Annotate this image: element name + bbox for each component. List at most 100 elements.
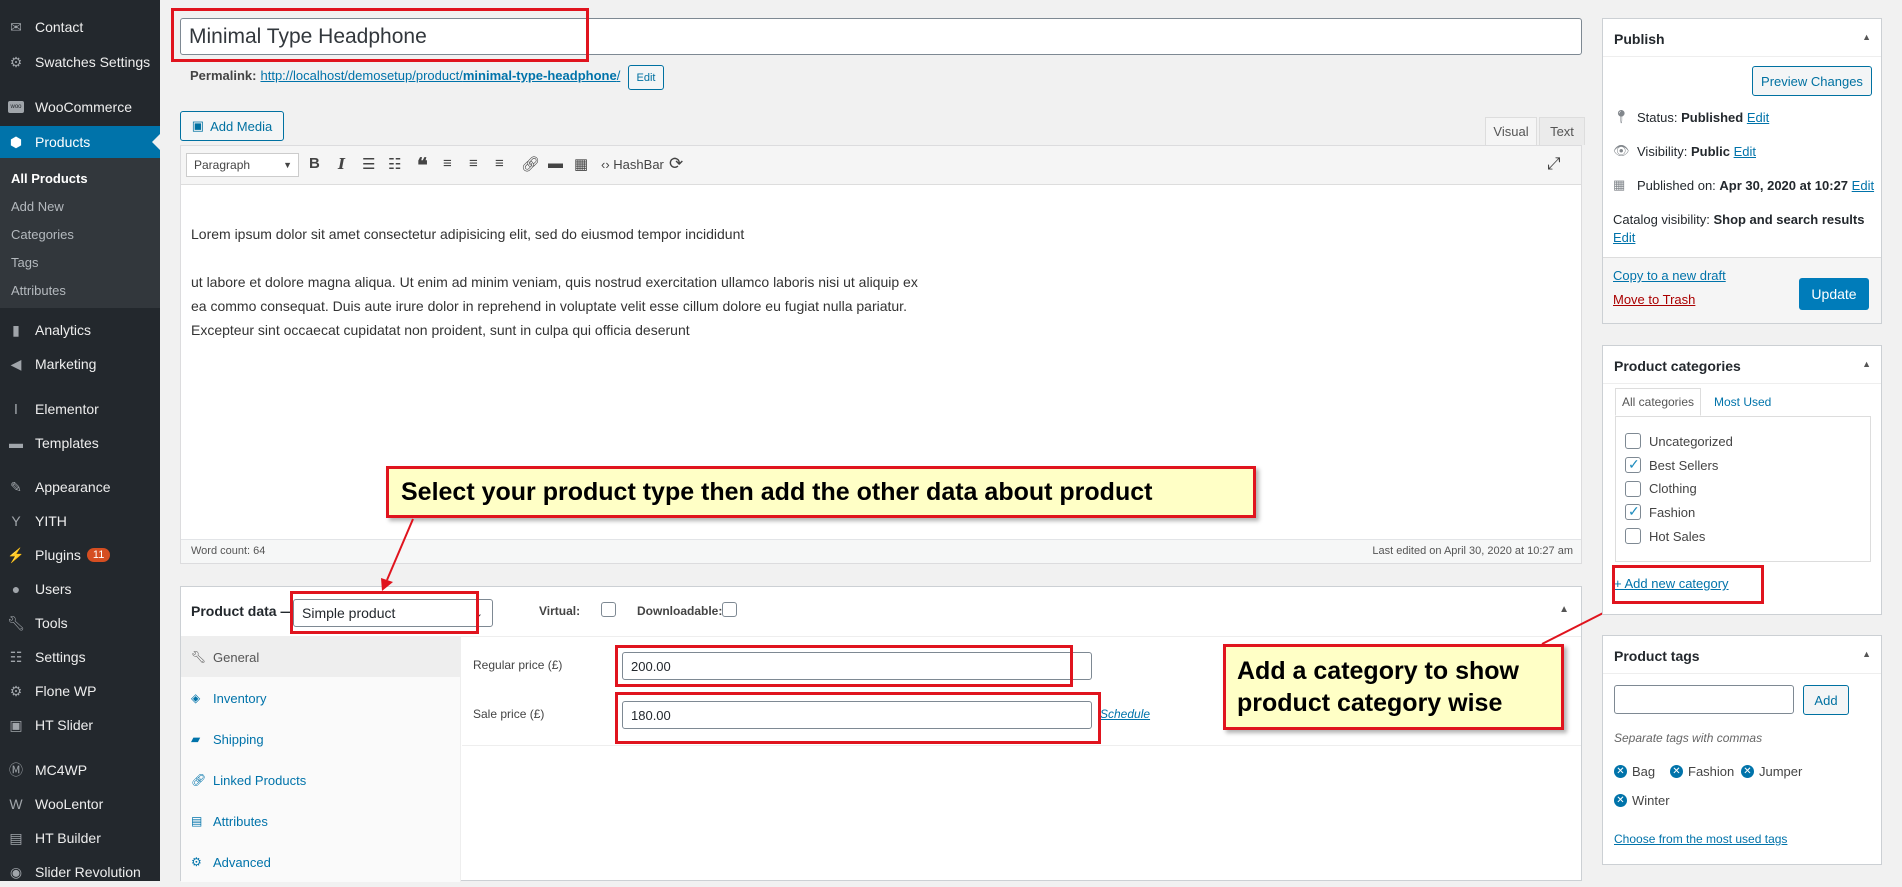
category-checkbox-uncategorized[interactable] [1625, 433, 1641, 449]
menu-elementor[interactable]: Ⅰ Elementor [0, 394, 160, 424]
format-select[interactable]: Paragraph ▼ [186, 153, 299, 177]
menu-plugins[interactable]: ⚡ Plugins 11 [0, 540, 160, 570]
collapse-toggle-icon[interactable]: ▲ [1862, 359, 1871, 369]
tab-attributes[interactable]: ▤ Attributes [191, 801, 451, 841]
schedule-link[interactable]: Schedule [1100, 707, 1150, 721]
menu-woolentor[interactable]: W WooLentor [0, 789, 160, 819]
move-to-trash-link[interactable]: Move to Trash [1613, 292, 1695, 307]
tab-most-used[interactable]: Most Used [1714, 395, 1771, 409]
permalink-link[interactable]: http://localhost/demosetup/product/minim… [260, 68, 620, 83]
tab-inventory[interactable]: ◈ Inventory [191, 678, 451, 718]
product-type-select[interactable]: Simple product ⌄ [293, 599, 493, 627]
categories-list: Uncategorized Best Sellers Clothing Fash… [1615, 416, 1871, 562]
align-center-icon[interactable]: ≡ [469, 155, 478, 172]
truck-icon: ▰ [191, 732, 201, 746]
collapse-toggle-icon[interactable]: ▲ [1862, 649, 1871, 659]
submenu-categories[interactable]: Categories [11, 227, 74, 242]
category-checkbox-best-sellers[interactable] [1625, 456, 1641, 473]
menu-ht-builder[interactable]: ▤ HT Builder [0, 823, 160, 853]
update-button[interactable]: Update [1799, 278, 1869, 310]
visibility-edit-link[interactable]: Edit [1734, 144, 1756, 159]
publish-header: Publish ▲ [1603, 19, 1881, 57]
menu-appearance[interactable]: ✎ Appearance [0, 472, 160, 502]
remove-tag-icon[interactable]: ✕ [1670, 765, 1683, 778]
remove-tag-icon[interactable]: ✕ [1614, 765, 1627, 778]
status-edit-link[interactable]: Edit [1747, 110, 1769, 125]
menu-tools[interactable]: 🔧︎ Tools [0, 608, 160, 638]
menu-ht-slider[interactable]: ▣ HT Slider [0, 710, 160, 740]
align-right-icon[interactable]: ≡ [495, 155, 504, 172]
menu-products[interactable]: ⬢ Products [0, 126, 160, 158]
align-left-icon[interactable]: ≡ [443, 155, 452, 172]
submenu-tags[interactable]: Tags [11, 255, 38, 270]
submenu-attributes[interactable]: Attributes [11, 283, 66, 298]
product-title-input[interactable]: Minimal Type Headphone [180, 18, 1582, 55]
preview-changes-button[interactable]: Preview Changes [1752, 66, 1872, 96]
sale-price-input[interactable]: 180.00 [622, 701, 1092, 729]
category-checkbox-hot-sales[interactable] [1625, 528, 1641, 544]
tab-shipping[interactable]: ▰ Shipping [191, 719, 451, 759]
remove-tag-icon[interactable]: ✕ [1614, 794, 1627, 807]
permalink-edit-button[interactable]: Edit [628, 65, 664, 90]
menu-yith[interactable]: Y YITH [0, 506, 160, 536]
plugins-update-badge: 11 [86, 548, 111, 562]
catalog-edit-link[interactable]: Edit [1613, 230, 1635, 245]
category-checkbox-fashion[interactable] [1625, 503, 1641, 520]
menu-templates[interactable]: ▬ Templates [0, 428, 160, 458]
category-checkbox-clothing[interactable] [1625, 481, 1641, 497]
blockquote-icon[interactable]: ❝ [417, 153, 428, 178]
submenu-all-products[interactable]: All Products [11, 171, 88, 186]
published-edit-link[interactable]: Edit [1852, 178, 1874, 193]
tag-fashion: ✕ Fashion [1670, 764, 1734, 779]
add-new-category-link[interactable]: + Add new category [1614, 576, 1729, 591]
revolution-icon: ◉ [9, 863, 23, 880]
chevron-down-icon: ⌄ [473, 607, 483, 620]
menu-users[interactable]: ● Users [0, 574, 160, 604]
yith-icon: Y [11, 513, 21, 529]
product-tags-box: Product tags ▲ Add Separate tags with co… [1602, 635, 1882, 865]
menu-contact[interactable]: ✉ Contact [0, 12, 160, 42]
menu-marketing[interactable]: ◀ Marketing [0, 349, 160, 379]
refresh-icon[interactable]: ⟳ [669, 154, 683, 174]
regular-price-input[interactable]: 200.00 [622, 652, 1092, 680]
wrench-icon: 🔧︎ [191, 650, 207, 664]
list-icon: ▤ [191, 814, 203, 828]
collapse-toggle-icon[interactable]: ▲ [1862, 32, 1871, 42]
add-media-button[interactable]: ▣ Add Media [180, 111, 284, 141]
menu-settings[interactable]: ☷ Settings [0, 642, 160, 672]
tab-all-categories[interactable]: All categories [1615, 388, 1701, 416]
editor-body[interactable]: Lorem ipsum dolor sit amet consectetur a… [191, 222, 918, 342]
tab-visual[interactable]: Visual [1485, 117, 1537, 145]
menu-swatches-settings[interactable]: ⚙ Swatches Settings [0, 47, 160, 77]
new-tag-input[interactable] [1614, 685, 1794, 714]
bold-icon[interactable]: B [309, 155, 320, 172]
virtual-checkbox[interactable] [601, 602, 616, 617]
read-more-icon[interactable]: ▬ [548, 155, 563, 172]
fullscreen-icon[interactable]: ⤢ [1547, 154, 1561, 174]
tab-general[interactable]: 🔧︎ General [181, 637, 461, 677]
menu-slider-revolution[interactable]: ◉ Slider Revolution [0, 857, 160, 887]
tab-advanced[interactable]: ⚙ Advanced [191, 842, 451, 882]
submenu-add-new[interactable]: Add New [11, 199, 64, 214]
link-icon[interactable]: 🔗︎ [521, 155, 540, 173]
hashbar-button[interactable]: ‹› HashBar [601, 157, 664, 172]
user-icon: ● [11, 581, 21, 597]
bullet-list-icon[interactable]: ☰ [362, 155, 375, 173]
choose-most-used-tags-link[interactable]: Choose from the most used tags [1614, 832, 1787, 846]
gear-icon: ⚙ [9, 682, 23, 699]
toolbar-toggle-icon[interactable]: ▦ [574, 155, 588, 173]
menu-analytics[interactable]: ▮ Analytics [0, 315, 160, 345]
menu-woocommerce[interactable]: woo WooCommerce [0, 92, 160, 122]
copy-draft-link[interactable]: Copy to a new draft [1613, 268, 1726, 283]
visibility-row: 👁︎ Visibility: Public Edit [1613, 143, 1757, 159]
add-tag-button[interactable]: Add [1803, 685, 1849, 715]
tab-linked-products[interactable]: 🔗︎ Linked Products [191, 760, 451, 800]
collapse-toggle-icon[interactable]: ▲ [1559, 604, 1569, 615]
italic-icon[interactable]: I [338, 155, 345, 173]
downloadable-checkbox[interactable] [722, 602, 737, 617]
menu-mc4wp[interactable]: Ⓜ MC4WP [0, 755, 160, 785]
numbered-list-icon[interactable]: ☷ [388, 155, 401, 173]
menu-flone-wp[interactable]: ⚙ Flone WP [0, 676, 160, 706]
remove-tag-icon[interactable]: ✕ [1741, 765, 1754, 778]
tab-text[interactable]: Text [1539, 117, 1585, 145]
